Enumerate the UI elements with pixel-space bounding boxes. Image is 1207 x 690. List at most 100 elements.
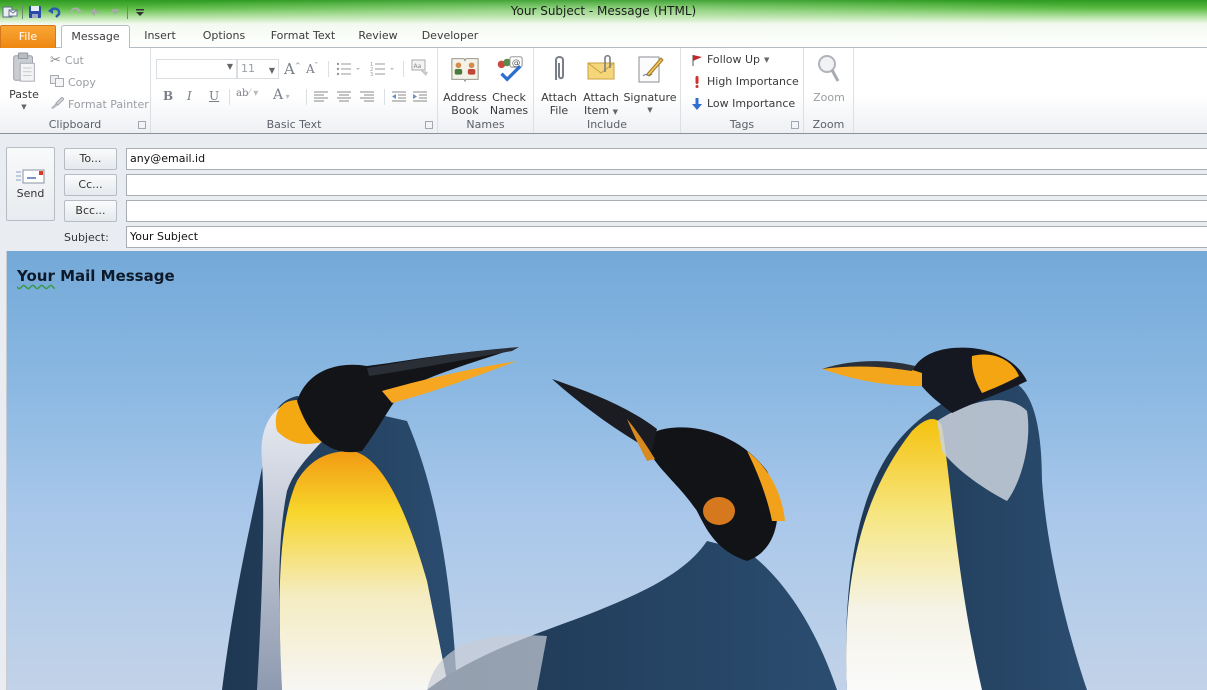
- scissors-icon: ✂: [50, 53, 61, 68]
- follow-up-dropdown-icon[interactable]: ▼: [764, 56, 769, 64]
- ribbon: Paste ▼ ✂ Cut Copy Format Painter Clipbo…: [0, 48, 1207, 134]
- tags-group-label: Tags: [729, 118, 755, 131]
- clipboard-group: Paste ▼ ✂ Cut Copy Format Painter Clipbo…: [0, 48, 151, 133]
- send-button[interactable]: Send: [6, 147, 55, 221]
- tab-options[interactable]: Options: [194, 25, 254, 48]
- tab-developer[interactable]: Developer: [414, 25, 486, 48]
- address-book-button[interactable]: Address Book: [442, 53, 488, 117]
- italic-button[interactable]: I: [187, 89, 192, 103]
- high-importance-icon: [695, 75, 699, 88]
- font-name-dropdown-icon[interactable]: ▼: [227, 62, 233, 71]
- paste-icon: [13, 52, 35, 82]
- bullets-button[interactable]: [336, 61, 362, 80]
- format-painter-label: Format Painter: [68, 98, 149, 111]
- send-envelope-icon: [15, 169, 44, 184]
- attach-item-dropdown-icon[interactable]: ▼: [613, 108, 618, 116]
- ribbon-tab-row: File Message Insert Options Format Text …: [0, 24, 1207, 49]
- tab-file[interactable]: File: [0, 25, 56, 48]
- signature-button[interactable]: Signature ▼: [622, 53, 678, 117]
- attach-file-label-2: File: [549, 104, 569, 117]
- styles-icon: Aa: [411, 59, 428, 76]
- check-names-button[interactable]: @ Check Names: [488, 53, 530, 117]
- basic-text-dialog-launcher[interactable]: ↘: [425, 121, 433, 129]
- align-left-button[interactable]: [314, 91, 329, 106]
- mail-heading-word-1: Your: [17, 267, 55, 285]
- tab-format-text[interactable]: Format Text: [264, 25, 342, 48]
- low-importance-icon: [692, 97, 702, 110]
- attach-item-label-2-text: Item: [584, 104, 610, 117]
- signature-dropdown-icon[interactable]: ▼: [622, 104, 678, 117]
- font-name-combo[interactable]: ▼: [156, 59, 237, 79]
- bullets-icon: [336, 62, 360, 76]
- signature-icon: [638, 56, 664, 83]
- cut-label: Cut: [64, 54, 84, 67]
- paste-dropdown-icon[interactable]: ▼: [6, 101, 42, 114]
- mail-heading: Your Mail Message: [17, 267, 175, 285]
- align-center-button[interactable]: [337, 91, 352, 106]
- names-group-label: Names: [466, 118, 505, 131]
- names-group: Address Book @ Check Names Names: [438, 48, 534, 133]
- numbering-button[interactable]: 123: [370, 61, 396, 80]
- to-field[interactable]: any@email.id: [126, 148, 1207, 170]
- to-button[interactable]: To...: [64, 148, 117, 170]
- align-left-icon: [314, 91, 328, 102]
- subject-field[interactable]: Your Subject: [126, 226, 1207, 248]
- follow-up-button[interactable]: Follow Up ▼: [691, 53, 769, 66]
- low-importance-button[interactable]: Low Importance: [691, 97, 795, 110]
- highlight-icon: ab: [236, 88, 249, 99]
- middle-penguin: [427, 379, 837, 690]
- attach-item-button[interactable]: Attach Item ▼: [580, 53, 622, 119]
- attach-item-icon: [587, 54, 615, 80]
- decrease-indent-button[interactable]: [392, 91, 407, 106]
- check-names-label-1: Check: [492, 91, 526, 104]
- svg-text:Aa: Aa: [414, 63, 422, 70]
- address-book-label-2: Book: [451, 104, 479, 117]
- check-names-label-2: Names: [489, 104, 529, 117]
- grow-font-icon: A: [284, 60, 295, 78]
- shrink-font-button[interactable]: Aˇ: [306, 62, 318, 76]
- cut-button[interactable]: ✂ Cut: [50, 53, 84, 68]
- cc-field[interactable]: [126, 174, 1207, 196]
- font-color-icon: A: [273, 87, 284, 103]
- increase-indent-button[interactable]: [413, 91, 428, 106]
- paste-label: Paste: [9, 88, 39, 101]
- left-penguin: [222, 347, 519, 690]
- attach-file-button[interactable]: Attach File: [538, 53, 580, 117]
- address-book-icon: [451, 58, 479, 83]
- tab-review[interactable]: Review: [352, 25, 404, 48]
- font-size-combo[interactable]: 11 ▼: [237, 59, 279, 79]
- align-right-icon: [360, 91, 374, 102]
- zoom-group: Zoom Zoom: [804, 48, 854, 133]
- bcc-field[interactable]: [126, 200, 1207, 222]
- zoom-button[interactable]: Zoom: [808, 53, 850, 104]
- paste-button[interactable]: Paste ▼: [6, 52, 42, 114]
- tags-dialog-launcher[interactable]: ↘: [791, 121, 799, 129]
- clipboard-dialog-launcher[interactable]: ↘: [138, 121, 146, 129]
- svg-text:3: 3: [370, 72, 373, 77]
- font-size-dropdown-icon[interactable]: ▼: [269, 62, 275, 80]
- message-body[interactable]: Your Mail Message: [6, 251, 1207, 690]
- tab-message[interactable]: Message: [61, 25, 130, 49]
- grow-font-button[interactable]: A^: [284, 60, 301, 78]
- divider: [328, 61, 329, 77]
- basic-text-group: ▼ 11 ▼ A^ Aˇ 123 Aa B I U ab⁄ ▾ A ▾ Basi…: [151, 48, 438, 133]
- high-importance-button[interactable]: High Importance: [691, 75, 799, 88]
- follow-up-label: Follow Up: [707, 53, 761, 66]
- format-painter-button[interactable]: Format Painter: [50, 96, 149, 112]
- styles-button[interactable]: Aa: [410, 58, 430, 81]
- copy-icon: [50, 75, 64, 90]
- highlight-button[interactable]: ab⁄ ▾: [236, 88, 258, 99]
- bcc-button[interactable]: Bcc...: [64, 200, 117, 222]
- subject-label: Subject:: [64, 231, 109, 244]
- copy-button[interactable]: Copy: [50, 75, 96, 90]
- tab-insert[interactable]: Insert: [136, 25, 184, 48]
- bold-button[interactable]: B: [163, 89, 173, 103]
- include-group-label: Include: [586, 118, 628, 131]
- attach-item-label-2: Item ▼: [580, 104, 622, 119]
- font-color-button[interactable]: A ▾: [273, 87, 290, 103]
- align-right-button[interactable]: [360, 91, 375, 106]
- underline-button[interactable]: U: [209, 89, 219, 103]
- magnifier-icon: [818, 55, 840, 82]
- format-painter-icon: [50, 96, 65, 112]
- cc-button[interactable]: Cc...: [64, 174, 117, 196]
